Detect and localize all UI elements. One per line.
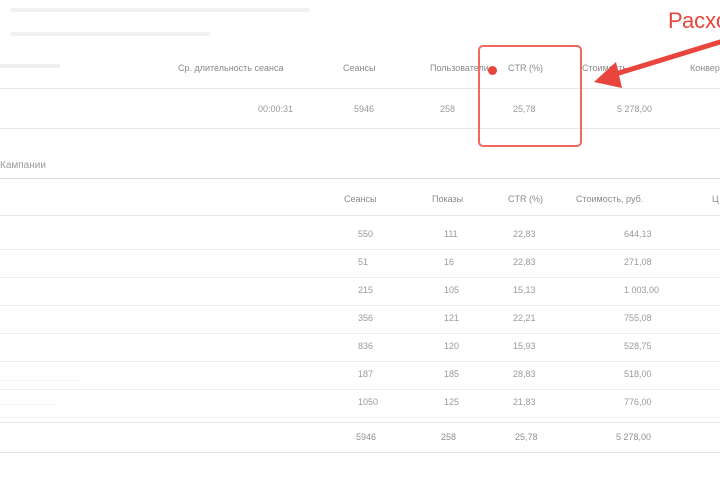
divider — [0, 178, 720, 179]
detail-header-more[interactable]: Ц — [712, 194, 719, 204]
table-cell: 22,83 — [513, 229, 536, 239]
table-cell: 528,75 — [624, 341, 652, 351]
table-cell: 755,08 — [624, 313, 652, 323]
detail-header-sessions[interactable]: Сеансы — [344, 194, 376, 204]
detail-header-ctr[interactable]: CTR (%) — [508, 194, 543, 204]
detail-header-impressions[interactable]: Показы — [432, 194, 463, 204]
table-cell: 836 — [358, 341, 374, 351]
summary-header-sessions[interactable]: Сеансы — [343, 63, 375, 73]
summary-users-value: 258 — [440, 104, 456, 114]
blurred-top-text — [10, 32, 210, 36]
row-divider — [0, 361, 720, 362]
table-cell: 15,13 — [513, 285, 536, 295]
row-divider — [0, 333, 720, 334]
highlight-box — [478, 45, 582, 147]
table-cell: 215 — [358, 285, 374, 295]
table-cell: 51 — [358, 257, 369, 267]
table-cell: 105 — [444, 285, 460, 295]
row-divider — [0, 417, 720, 418]
total-sessions: 5946 — [356, 432, 377, 442]
table-cell: 550 — [358, 229, 374, 239]
table-cell: 185 — [444, 369, 460, 379]
blurred-top-text — [10, 8, 310, 12]
table-cell: 15,93 — [513, 341, 536, 351]
row-divider — [0, 249, 720, 250]
section-title: Кампании — [0, 160, 46, 171]
row-divider — [0, 305, 720, 306]
table-cell: 776,00 — [624, 397, 652, 407]
table-cell: 16 — [444, 257, 455, 267]
table-cell: 120 — [444, 341, 460, 351]
table-cell: 28,83 — [513, 369, 536, 379]
table-cell: 518,00 — [624, 369, 652, 379]
table-cell: 1 003,00 — [624, 285, 660, 295]
divider — [0, 422, 720, 423]
detail-header-cost[interactable]: Стоимость, руб. — [576, 194, 643, 204]
divider — [0, 215, 720, 216]
table-cell: 125 — [444, 397, 460, 407]
annotation-arrow-icon — [594, 39, 720, 88]
divider — [0, 452, 720, 453]
table-cell: 644,13 — [624, 229, 652, 239]
summary-avg-session-value: 00:00:31 — [258, 104, 294, 114]
summary-sessions-value: 5946 — [354, 104, 375, 114]
divider — [0, 128, 720, 129]
annotation-label: Расхо — [668, 8, 720, 33]
row-divider — [0, 389, 720, 390]
table-cell: 356 — [358, 313, 374, 323]
row-divider — [0, 277, 720, 278]
total-ctr: 25,78 — [515, 432, 538, 442]
total-impressions: 258 — [441, 432, 457, 442]
table-cell: 271,08 — [624, 257, 652, 267]
summary-header-avg-session[interactable]: Ср. длительность сеанса — [178, 63, 283, 73]
row-label-placeholder — [0, 380, 80, 381]
table-cell: 22,21 — [513, 313, 536, 323]
table-cell: 21,83 — [513, 397, 536, 407]
total-cost: 5 278,00 — [616, 432, 652, 442]
row-label-placeholder — [0, 404, 55, 405]
summary-cost-value: 5 278,00 — [617, 104, 653, 114]
table-cell: 1050 — [358, 397, 379, 407]
table-cell: 121 — [444, 313, 460, 323]
blurred-top-text — [0, 64, 60, 68]
highlight-marker-icon — [488, 66, 497, 75]
table-cell: 22,83 — [513, 257, 536, 267]
table-cell: 187 — [358, 369, 374, 379]
table-cell: 111 — [444, 229, 458, 239]
